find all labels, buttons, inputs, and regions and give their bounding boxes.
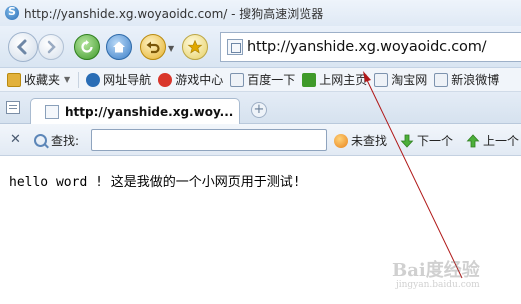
back-button[interactable]: [8, 32, 38, 62]
bookmark-label: 新浪微博: [451, 73, 500, 87]
bookmark-label: 淘宝网: [391, 73, 428, 87]
favorites-bar: 收藏夹 ▼ 网址导航 游戏中心 百度一下 上网主页 淘宝网 新浪微博: [0, 68, 521, 92]
navigation-toolbar: ▼ http://yanshide.xg.woyaoidc.com/: [0, 26, 521, 68]
favorites-label: 收藏夹: [24, 73, 61, 87]
tab-title: http://yanshide.xg.woy...: [65, 104, 234, 119]
find-prev-button[interactable]: 上一个: [466, 132, 519, 149]
bookmark-star-button[interactable]: [182, 34, 208, 60]
home-icon: [113, 41, 125, 53]
chevron-down-icon: ▼: [64, 75, 71, 84]
tab-list-icon[interactable]: [6, 101, 20, 114]
undo-close-tab-button[interactable]: [140, 34, 166, 60]
hao-icon: [302, 72, 317, 87]
divider: [78, 71, 80, 88]
find-label: 查找:: [34, 132, 79, 149]
find-prev-label: 上一个: [483, 134, 520, 148]
arrow-down-icon: [400, 134, 414, 148]
favorites-menu[interactable]: 收藏夹 ▼: [7, 71, 70, 88]
refresh-icon: [81, 40, 93, 53]
page-icon: [374, 72, 389, 87]
game-icon: [158, 72, 173, 87]
sogou-icon: [86, 72, 101, 87]
new-tab-button[interactable]: +: [251, 102, 267, 118]
watermark-sub: jingyan.baidu.com: [395, 280, 480, 290]
page-icon: [45, 104, 59, 119]
address-bar[interactable]: http://yanshide.xg.woyaoidc.com/: [220, 32, 521, 62]
refresh-button[interactable]: [74, 34, 100, 60]
face-icon: [334, 133, 348, 148]
page-icon: [434, 72, 449, 87]
find-label-text: 查找:: [51, 134, 80, 148]
chevron-down-icon[interactable]: ▼: [168, 44, 174, 53]
home-button[interactable]: [106, 34, 132, 60]
find-bar: ✕ 查找: 未查找 下一个 上一个: [0, 124, 521, 156]
page-icon: [227, 39, 243, 55]
search-icon: [34, 134, 47, 147]
find-input[interactable]: [91, 129, 327, 151]
window-title: http://yanshide.xg.woyaoidc.com/ - 搜狗高速浏…: [24, 6, 324, 21]
bookmark-baidu[interactable]: 百度一下: [230, 71, 295, 88]
undo-icon: [146, 41, 160, 54]
folder-star-icon: [7, 72, 21, 87]
bookmark-label: 网址导航: [103, 73, 152, 87]
bookmark-nav[interactable]: 网址导航: [86, 71, 151, 88]
find-next-label: 下一个: [417, 134, 454, 148]
address-text: http://yanshide.xg.woyaoidc.com/: [247, 39, 487, 55]
page-text: hello word ! 这是我做的一个小网页用于测试!: [9, 175, 301, 190]
find-status: 未查找: [334, 132, 387, 149]
forward-button[interactable]: [38, 34, 64, 60]
forward-arrow-icon: [47, 40, 56, 54]
arrow-up-icon: [466, 133, 480, 147]
bookmark-label: 上网主页: [319, 73, 368, 87]
star-icon: [187, 39, 203, 54]
tab-active[interactable]: http://yanshide.xg.woy...: [30, 98, 240, 124]
page-icon: [230, 72, 245, 87]
bookmark-label: 游戏中心: [175, 73, 224, 87]
bookmark-taobao[interactable]: 淘宝网: [374, 71, 427, 88]
watermark: Bai度经验 jingyan.baidu.com: [392, 256, 480, 290]
bookmark-games[interactable]: 游戏中心: [158, 71, 223, 88]
title-bar: http://yanshide.xg.woyaoidc.com/ - 搜狗高速浏…: [0, 0, 521, 26]
find-next-button[interactable]: 下一个: [400, 132, 453, 149]
close-icon[interactable]: ✕: [10, 132, 21, 147]
find-status-text: 未查找: [351, 134, 388, 148]
watermark-text: Bai度经验: [392, 260, 480, 281]
bookmark-homepage[interactable]: 上网主页: [302, 71, 367, 88]
tab-bar: http://yanshide.xg.woy... +: [0, 92, 521, 124]
browser-logo-icon: [5, 5, 19, 20]
bookmark-weibo[interactable]: 新浪微博: [434, 71, 499, 88]
bookmark-label: 百度一下: [247, 73, 296, 87]
back-arrow-icon: [16, 39, 27, 55]
